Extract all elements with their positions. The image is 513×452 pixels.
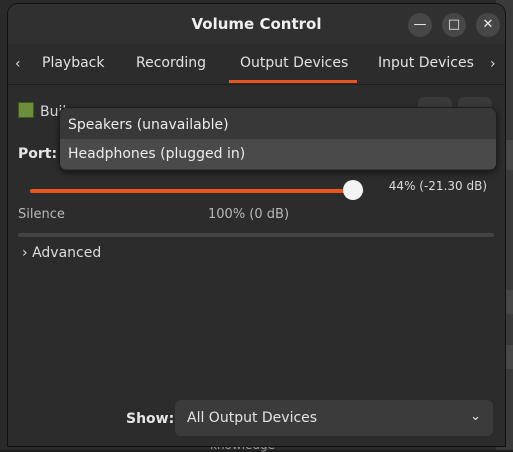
port-option-label: Speakers (unavailable) — [68, 117, 229, 133]
close-icon: ✕ — [482, 17, 494, 32]
chevron-down-icon: ⌄ — [470, 409, 481, 424]
tab-bar: ‹ Playback Recording Output Devices Inpu… — [8, 44, 505, 85]
separator — [18, 233, 494, 237]
tab-playback[interactable]: Playback — [42, 55, 104, 71]
tab-recording[interactable]: Recording — [136, 55, 206, 71]
chevron-right-icon: › — [22, 245, 28, 261]
advanced-label: Advanced — [32, 245, 102, 261]
minimize-icon: — — [413, 17, 427, 32]
port-option-label: Headphones (plugged in) — [68, 146, 246, 162]
close-button[interactable]: ✕ — [476, 13, 500, 37]
show-label: Show: — [126, 411, 175, 427]
tab-output-devices[interactable]: Output Devices — [240, 55, 348, 71]
hundred-percent-mark-label: 100% (0 dB) — [208, 207, 290, 222]
port-label: Port: — [18, 146, 58, 162]
silence-mark-label: Silence — [18, 207, 65, 222]
tab-scroll-left-button[interactable]: ‹ — [15, 56, 21, 72]
port-option-speakers[interactable]: Speakers (unavailable) — [60, 110, 496, 140]
show-filter-value: All Output Devices — [187, 410, 318, 426]
tab-scroll-right-button[interactable]: › — [490, 56, 496, 72]
volume-readout: 44% (-21.30 dB) — [388, 179, 487, 193]
chevron-right-icon: › — [490, 56, 496, 72]
tab-input-devices[interactable]: Input Devices — [378, 55, 474, 71]
sound-card-icon — [18, 102, 34, 118]
volume-slider[interactable] — [30, 180, 364, 200]
minimize-button[interactable]: — — [408, 13, 432, 37]
port-dropdown-menu: Speakers (unavailable) Headphones (plugg… — [59, 107, 497, 171]
volume-slider-handle[interactable] — [343, 180, 363, 200]
maximize-icon: □ — [447, 17, 461, 32]
active-tab-indicator — [229, 80, 357, 83]
maximize-button[interactable]: □ — [442, 13, 466, 37]
show-filter-dropdown[interactable]: All Output Devices ⌄ — [175, 400, 493, 436]
titlebar[interactable]: Volume Control — □ ✕ — [8, 4, 505, 44]
port-option-headphones[interactable]: Headphones (plugged in) — [60, 139, 496, 169]
volume-slider-fill — [30, 189, 353, 193]
advanced-expander[interactable]: › Advanced — [22, 245, 101, 261]
chevron-left-icon: ‹ — [15, 56, 21, 72]
volume-control-window: Volume Control — □ ✕ ‹ Playback Recordin… — [8, 4, 505, 446]
